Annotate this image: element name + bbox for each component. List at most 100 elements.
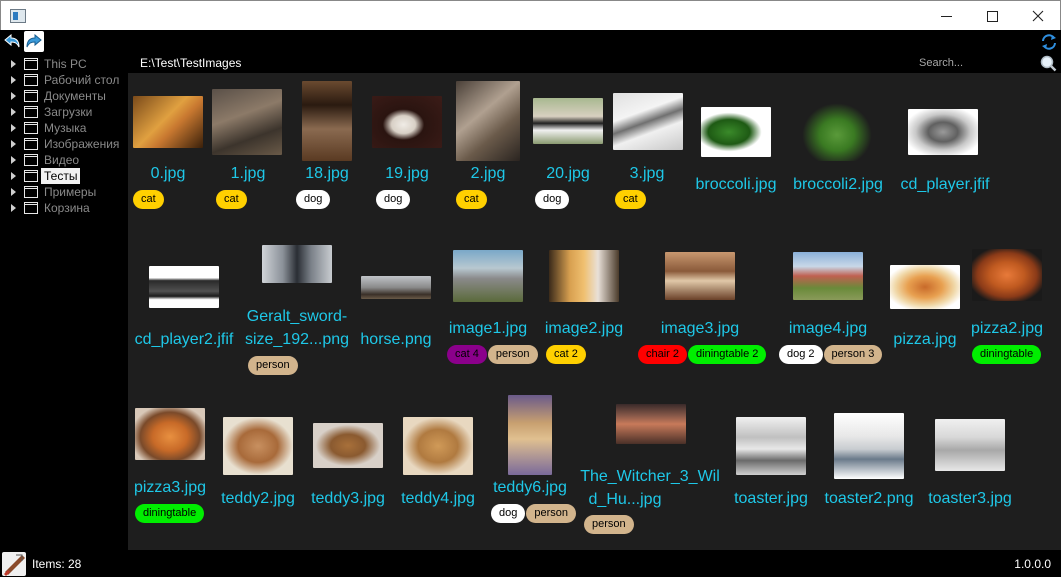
- folder-icon: [24, 58, 38, 70]
- thumbnail: [701, 107, 771, 157]
- tree-item-label: Музыка: [44, 121, 87, 135]
- thumbnail: [149, 266, 219, 308]
- tag-badge: cat: [456, 190, 487, 209]
- tag-list: diningtable: [972, 345, 1042, 364]
- folder-icon: [24, 90, 38, 102]
- file-name: 18.jpg: [305, 165, 349, 182]
- thumbnail: [456, 81, 520, 161]
- minimize-button[interactable]: [923, 1, 969, 31]
- tree-item-video[interactable]: Видео: [0, 152, 128, 168]
- tag-badge: diningtable: [972, 345, 1042, 364]
- refresh-button[interactable]: [1039, 32, 1059, 52]
- image-gallery: E:\Test\TestImages 0.jpg cat 1.jpg cat 1…: [128, 53, 1061, 550]
- close-button[interactable]: [1015, 1, 1061, 31]
- thumbnail: [908, 109, 978, 155]
- file-name: image3.jpg: [660, 320, 740, 337]
- file-name: image4.jpg: [788, 320, 868, 337]
- title-bar: [0, 0, 1061, 30]
- tag-list: cat 2: [546, 345, 586, 364]
- expand-arrow-icon[interactable]: [11, 76, 16, 84]
- thumbnail: [736, 417, 806, 475]
- back-button[interactable]: [2, 31, 22, 52]
- tree-item-documents[interactable]: Документы: [0, 88, 128, 104]
- tree-item-pictures[interactable]: Изображения: [0, 136, 128, 152]
- expand-arrow-icon[interactable]: [11, 60, 16, 68]
- search-input[interactable]: [914, 54, 1034, 72]
- thumbnail: [616, 404, 686, 444]
- thumbnail: [223, 417, 293, 475]
- thumbnail: [890, 265, 960, 309]
- file-name: teddy2.jpg: [221, 490, 295, 507]
- file-name: cd_player2.jfif: [134, 331, 234, 348]
- back-arrow-icon: [4, 33, 20, 47]
- tag-badge: cat: [216, 190, 247, 209]
- tree-item-downloads[interactable]: Загрузки: [0, 104, 128, 120]
- tag-badge: diningtable: [135, 504, 205, 523]
- tag-list: dog 2 person 3: [779, 345, 883, 364]
- search-icon: [1040, 55, 1057, 72]
- folder-icon: [24, 106, 38, 118]
- tag-badge: person: [526, 504, 576, 523]
- tag-badge: person: [584, 515, 634, 534]
- thumbnail: [302, 81, 352, 161]
- tag-badge: cat: [133, 190, 164, 209]
- thumbnail: [533, 98, 603, 144]
- tag-badge: dog: [491, 504, 526, 523]
- expand-arrow-icon[interactable]: [11, 108, 16, 116]
- expand-arrow-icon[interactable]: [11, 204, 16, 212]
- file-name: pizza2.jpg: [970, 320, 1044, 337]
- expand-arrow-icon[interactable]: [11, 92, 16, 100]
- tag-badge: dog: [296, 190, 331, 209]
- tag-badge: dog 2: [779, 345, 823, 364]
- thumbnail: [665, 252, 735, 300]
- expand-arrow-icon[interactable]: [11, 188, 16, 196]
- tag-list: dog: [535, 190, 570, 209]
- search-button[interactable]: [1039, 54, 1057, 72]
- forward-button[interactable]: [24, 31, 44, 52]
- tree-item-label: Рабочий стол: [44, 73, 120, 87]
- tag-badge: cat: [615, 190, 646, 209]
- maximize-button[interactable]: [969, 1, 1015, 31]
- file-name: cd_player.jfif: [900, 176, 990, 193]
- tree-item-label: Корзина: [44, 201, 90, 215]
- maximize-icon: [986, 10, 998, 22]
- thumbnail: [453, 250, 523, 302]
- expand-arrow-icon[interactable]: [11, 124, 16, 132]
- tag-list: cat: [133, 190, 164, 209]
- tree-item-music[interactable]: Музыка: [0, 120, 128, 136]
- folder-icon: [24, 186, 38, 198]
- expand-arrow-icon[interactable]: [11, 140, 16, 148]
- tag-list: person: [248, 356, 298, 375]
- expand-arrow-icon[interactable]: [11, 172, 16, 180]
- folder-icon: [24, 154, 38, 166]
- tag-list: dog: [296, 190, 331, 209]
- forward-arrow-icon: [26, 33, 42, 47]
- thumbnail: [212, 89, 282, 155]
- tree-item-label: Документы: [44, 89, 106, 103]
- thumbnail: [834, 413, 904, 479]
- tag-badge: person: [248, 356, 298, 375]
- file-name: toaster2.png: [824, 490, 914, 507]
- file-name: teddy6.jpg: [493, 479, 567, 496]
- thumbnail: [133, 96, 203, 148]
- tree-item-recycle-bin[interactable]: Корзина: [0, 200, 128, 216]
- thumbnail: [802, 103, 872, 161]
- thumbnail: [361, 276, 431, 299]
- thumbnail: [613, 93, 683, 150]
- thumbnail: [262, 245, 332, 283]
- tag-list: cat 4 person: [447, 345, 538, 364]
- tag-list: diningtable: [135, 504, 205, 523]
- file-name: toaster.jpg: [734, 490, 808, 507]
- tree-item-tests[interactable]: Тесты: [0, 168, 128, 184]
- thumbnail: [403, 417, 473, 475]
- folder-icon: [24, 202, 38, 214]
- expand-arrow-icon[interactable]: [11, 156, 16, 164]
- tag-badge: person: [487, 345, 538, 364]
- tree-item-examples[interactable]: Примеры: [0, 184, 128, 200]
- thumbnail: [972, 249, 1042, 301]
- tree-item-desktop[interactable]: Рабочий стол: [0, 72, 128, 88]
- file-name: Geralt_sword-: [246, 308, 348, 325]
- file-name: broccoli.jpg: [695, 176, 777, 193]
- file-name: 1.jpg: [230, 165, 266, 182]
- tree-item-this-pc[interactable]: This PC: [0, 56, 128, 72]
